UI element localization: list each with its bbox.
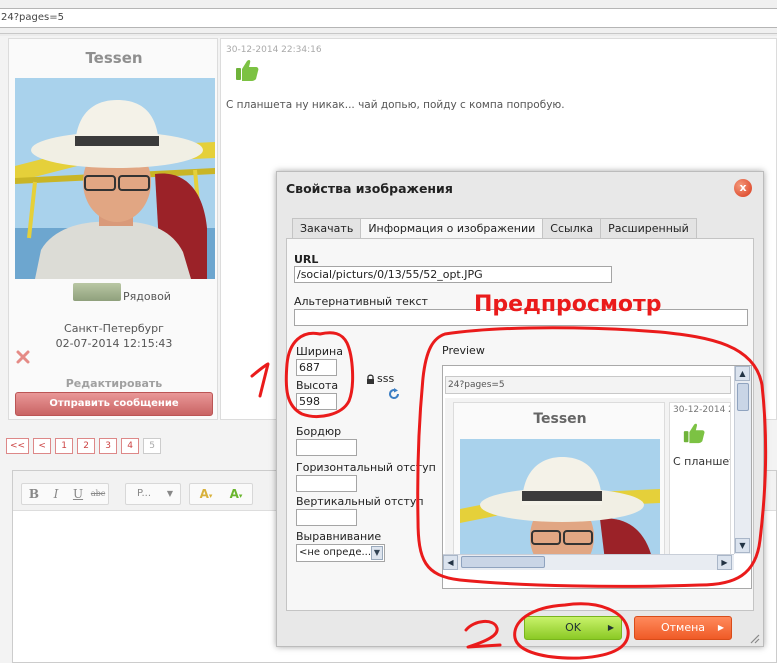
chevron-right-icon: ▶ (607, 623, 614, 632)
chevron-down-icon: ▼ (166, 489, 174, 498)
image-preview[interactable]: 24?pages=5 Tessen 30-12-2014 2 С планшет… (442, 365, 752, 589)
lock-label: sss (377, 372, 395, 385)
align-select[interactable]: <не опреде... ▼ (296, 544, 385, 562)
underline-button[interactable]: U (69, 484, 87, 504)
ok-button-label: OK (565, 621, 581, 634)
preview-post-date: 30-12-2014 2 (673, 405, 731, 415)
hspace-label: Горизонтальный отступ (296, 461, 436, 474)
cancel-button[interactable]: Отмена ▶ (634, 616, 732, 640)
send-message-button[interactable]: Отправить сообщение (15, 392, 213, 416)
url-label: URL (294, 253, 319, 266)
tab-link[interactable]: Ссылка (542, 218, 602, 238)
url-input[interactable]: /social/picturs/0/13/55/52_opt.JPG (294, 266, 612, 283)
font-select-value: P... (136, 488, 151, 499)
height-input[interactable]: 598 (296, 393, 337, 410)
lock-icon[interactable] (366, 374, 375, 384)
page-2[interactable]: 2 (77, 438, 96, 454)
bg-color-icon[interactable]: A▾ (223, 484, 249, 504)
chevron-right-icon: ▶ (717, 623, 724, 632)
vspace-label: Вертикальный отступ (296, 495, 424, 508)
dialog-title: Свойства изображения (286, 181, 453, 196)
preview-scroll-thumb-v[interactable] (737, 383, 749, 411)
image-properties-dialog: Свойства изображения x Закачать Информац… (276, 171, 764, 647)
annotation-preview-label: Предпросмотр (474, 292, 662, 317)
align-label: Выравнивание (296, 530, 382, 543)
page-3[interactable]: 3 (99, 438, 118, 454)
preview-post-text: С планшет (673, 455, 731, 468)
tab-advanced[interactable]: Расширенный (600, 218, 697, 238)
preview-horizontal-scrollbar[interactable]: ◀ ▶ (443, 554, 734, 570)
text-color-icon[interactable]: A▾ (193, 484, 219, 504)
preview-user-column: Tessen (453, 402, 665, 560)
pagination: << < 1 2 3 4 5 (6, 438, 162, 454)
preview-label: Preview (442, 344, 485, 357)
vspace-input[interactable] (296, 509, 357, 526)
align-select-value: <не опреде... (299, 547, 372, 558)
dialog-tabs: Закачать Информация о изображении Ссылка… (292, 218, 697, 239)
preview-avatar-photo (460, 439, 660, 559)
width-label: Ширина (296, 345, 343, 358)
cancel-button-label: Отмена (660, 621, 706, 634)
user-reg-date: 02-07-2014 12:15:43 (55, 337, 173, 350)
strike-button[interactable]: abc (89, 484, 107, 504)
preview-page: Tessen 30-12-2014 2 С планшет (445, 398, 731, 560)
page-first[interactable]: << (6, 438, 30, 454)
edit-link[interactable]: Редактировать (9, 377, 219, 390)
preview-user-name: Tessen (533, 411, 587, 427)
preview-thumbs-up-icon (683, 423, 705, 444)
delete-icon[interactable] (15, 349, 31, 365)
resize-grip-icon[interactable] (748, 632, 760, 644)
address-input[interactable]: 24?pages=5 (0, 8, 777, 28)
reset-size-icon[interactable] (388, 388, 400, 400)
chevron-down-icon: ▼ (371, 546, 383, 560)
hspace-input[interactable] (296, 475, 357, 492)
width-input[interactable]: 687 (296, 359, 337, 376)
close-icon[interactable]: x (734, 179, 752, 197)
page-5: 5 (143, 438, 162, 454)
preview-post-column: 30-12-2014 2 С планшет (669, 402, 731, 560)
preview-scroll-thumb-h[interactable] (461, 556, 545, 568)
preview-address: 24?pages=5 (445, 376, 731, 394)
address-bar: 24?pages=5 (0, 0, 777, 34)
height-label: Высота (296, 379, 339, 392)
post-text: С планшета ну никак... чай допью, пойду … (226, 99, 565, 111)
user-rank: Рядовой (123, 290, 171, 303)
scroll-up-icon[interactable]: ▲ (735, 366, 750, 381)
user-city: Санкт-Петербург (64, 322, 164, 335)
page-4[interactable]: 4 (121, 438, 140, 454)
post-date: 30-12-2014 22:34:16 (226, 45, 322, 55)
bold-button[interactable]: B (25, 484, 43, 504)
scroll-left-icon[interactable]: ◀ (443, 555, 458, 570)
scroll-right-icon[interactable]: ▶ (717, 555, 732, 570)
preview-avatar (460, 439, 660, 559)
user-avatar[interactable] (15, 78, 215, 279)
rank-badge (73, 283, 121, 301)
border-label: Бордюр (296, 425, 342, 438)
border-input[interactable] (296, 439, 357, 456)
italic-button[interactable]: I (47, 484, 65, 504)
tab-upload[interactable]: Закачать (292, 218, 362, 238)
page-1[interactable]: 1 (55, 438, 74, 454)
user-name[interactable]: Tessen (9, 49, 219, 67)
avatar-photo (15, 78, 215, 279)
alt-text-label: Альтернативный текст (294, 295, 428, 308)
scroll-down-icon[interactable]: ▼ (735, 538, 750, 553)
thumbs-up-icon[interactable] (234, 57, 260, 83)
tab-image-info[interactable]: Информация о изображении (360, 218, 544, 239)
page-prev[interactable]: < (33, 438, 52, 454)
user-column: Tessen Рядовой Санкт-Петербург 02-07-201… (8, 38, 218, 420)
preview-vertical-scrollbar[interactable]: ▲ ▼ (734, 366, 751, 554)
ok-button[interactable]: OK ▶ (524, 616, 622, 640)
